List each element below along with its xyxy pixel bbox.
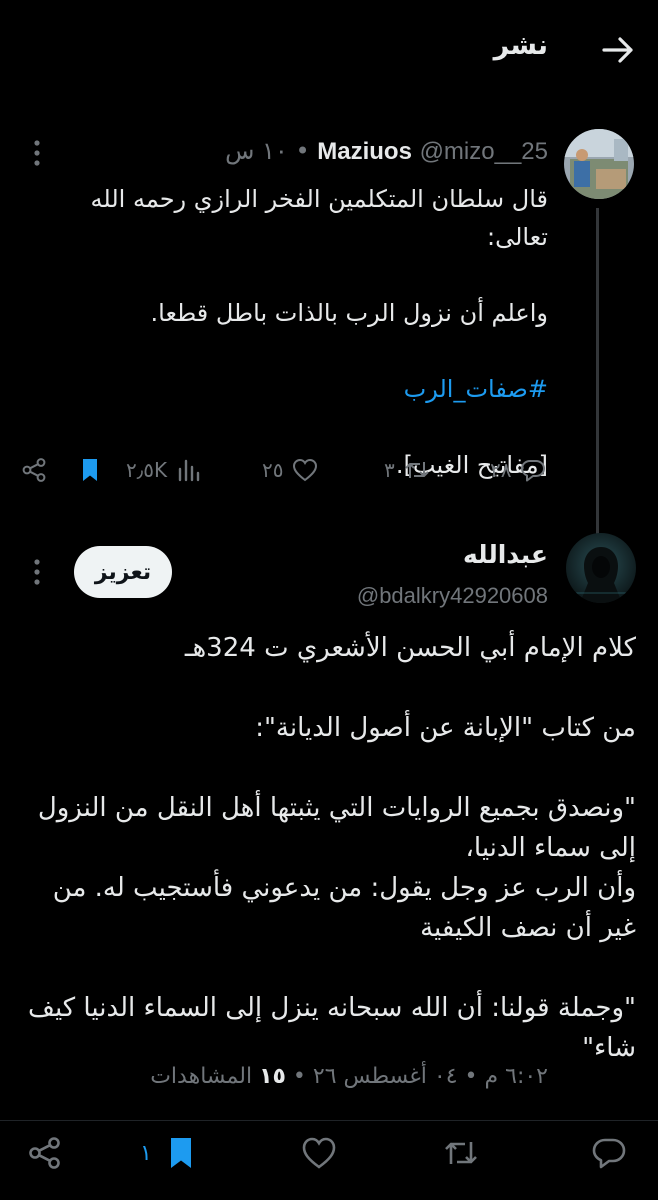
- bookmarks-count: ١: [140, 1140, 152, 1166]
- divider: [0, 1120, 658, 1121]
- likes-count: ٢٥: [262, 458, 284, 482]
- bookmark-button[interactable]: [76, 456, 104, 484]
- like-button[interactable]: ٢٥: [262, 456, 319, 484]
- analytics-icon: [175, 456, 203, 484]
- tweet-body: كلام الإمام أبي الحسن الأشعري ت 324هـ من…: [16, 628, 636, 1108]
- reply-icon: [519, 456, 547, 484]
- handle[interactable]: @mizo__25: [420, 138, 548, 165]
- bookmark-button[interactable]: ١: [140, 1134, 200, 1172]
- separator: •: [292, 1064, 306, 1089]
- avatar[interactable]: [564, 129, 634, 199]
- views-label[interactable]: المشاهدات: [150, 1064, 252, 1089]
- timestamp: ٦:٠٢ م: [484, 1064, 549, 1089]
- thread-line: [596, 208, 599, 534]
- views-button[interactable]: ٢٫٥K: [126, 456, 203, 484]
- tweet-text-line: واعلم أن نزول الرب بالذات باطل قطعا.: [150, 299, 548, 327]
- reply-icon: [590, 1134, 628, 1172]
- tweet-text-line: قال سلطان المتكلمين الفخر الرازي رحمه ال…: [90, 185, 548, 251]
- retweet-icon: [442, 1134, 480, 1172]
- more-options-icon[interactable]: [30, 557, 44, 587]
- display-name[interactable]: Maziuos: [317, 138, 412, 165]
- separator: •: [295, 137, 310, 165]
- retweet-button[interactable]: ٣: [384, 456, 431, 484]
- reply-button[interactable]: ٢٨: [490, 456, 547, 484]
- views-count: ١٥: [259, 1064, 286, 1089]
- hashtag-link[interactable]: #صفات_الرب: [28, 370, 548, 408]
- more-options-icon[interactable]: [30, 138, 44, 168]
- views-count: ٢٫٥K: [126, 458, 168, 482]
- bookmark-icon: [162, 1134, 200, 1172]
- retweet-button[interactable]: [442, 1134, 480, 1172]
- display-name[interactable]: عبدالله: [463, 540, 548, 569]
- tweet-text-line: من كتاب "الإبانة عن أصول الديانة":: [255, 713, 636, 743]
- share-button[interactable]: [20, 456, 48, 484]
- arrow-right-icon[interactable]: [600, 32, 636, 68]
- tweet-text-line: كلام الإمام أبي الحسن الأشعري ت 324هـ: [184, 633, 636, 663]
- replies-count: ٢٨: [490, 458, 512, 482]
- retweets-count: ٣: [384, 458, 395, 482]
- separator: •: [464, 1064, 478, 1089]
- reply-button[interactable]: [590, 1134, 628, 1172]
- heart-icon: [291, 456, 319, 484]
- page-title: نشر: [493, 30, 548, 61]
- retweet-icon: [403, 456, 431, 484]
- tweet-meta: ٦:٠٢ م • ٠٤ أغسطس ٢٦ • ١٥ المشاهدات: [150, 1064, 548, 1089]
- tweet-text-line: "وجملة قولنا: أن الله سبحانه ينزل إلى ال…: [28, 993, 636, 1063]
- tweet-text-line: وأن الرب عز وجل يقول: من يدعوني فأستجيب …: [52, 873, 636, 943]
- share-button[interactable]: [26, 1134, 64, 1172]
- timestamp: ١٠ س: [225, 137, 288, 165]
- tweet-actions: ١: [0, 1134, 658, 1178]
- like-button[interactable]: [300, 1134, 338, 1172]
- date: ٠٤ أغسطس ٢٦: [312, 1064, 458, 1089]
- boost-button[interactable]: تعزيز: [74, 546, 172, 598]
- heart-icon: [300, 1134, 338, 1172]
- tweet-actions: ٢٫٥K ٢٥ ٣ ٢٨: [18, 456, 550, 492]
- handle[interactable]: @bdalkry42920608: [357, 583, 548, 609]
- tweet-header: Maziuos @mizo__25 • ١٠ س: [225, 137, 548, 166]
- bookmark-icon: [76, 456, 104, 484]
- share-icon: [26, 1134, 64, 1172]
- tweet-text-line: "ونصدق بجميع الروايات التي يثبتها أهل ال…: [37, 793, 636, 863]
- avatar[interactable]: [566, 533, 636, 603]
- share-icon: [20, 456, 48, 484]
